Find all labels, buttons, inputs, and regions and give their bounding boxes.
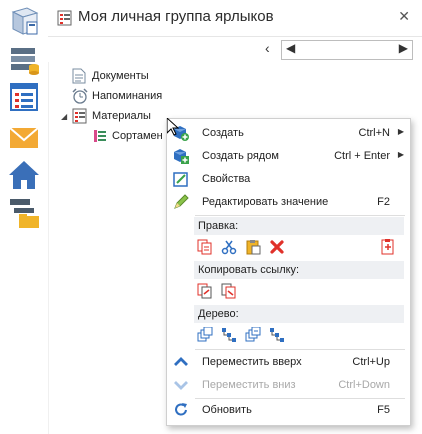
tree-group-row [194,325,404,347]
panel-title: Моя личная группа ярлыков [78,8,274,25]
paste-icon[interactable] [245,239,261,255]
tree-item-documents[interactable]: Документы [72,67,212,85]
tree-item-label: Документы [92,70,149,82]
divider [48,62,49,434]
nav-back-button[interactable]: ‹ [265,40,270,56]
paste-special-icon[interactable] [380,239,396,255]
tree-expander-icon[interactable]: ◢ [61,112,67,121]
menu-create-near[interactable]: Создать рядом Ctrl + Enter ▶ [167,145,410,168]
layers-database-icon[interactable] [7,42,41,76]
menu-create[interactable]: Создать Ctrl+N ▶ [167,122,410,145]
spinner-right-icon[interactable]: ▶ [399,41,408,55]
context-menu: Создать Ctrl+N ▶ Создать рядом Ctrl + En… [166,118,411,426]
menu-move-down: Переместить вниз Ctrl+Down [167,374,410,397]
menu-separator [195,349,405,350]
copy-link-group-row [194,281,404,303]
cut-icon[interactable] [221,239,237,255]
edit-group-row [194,237,404,259]
refresh-icon [173,402,189,418]
left-toolbar [0,0,49,434]
copy-link-alt-icon[interactable] [221,283,237,299]
menu-edit-value[interactable]: Редактировать значение F2 [167,191,410,214]
expand-all-icon[interactable] [197,326,213,343]
tree-structure-alt-icon[interactable] [269,327,285,343]
create-near-icon [173,148,189,164]
chevron-up-icon [173,354,189,370]
collapse-all-icon[interactable] [245,326,261,343]
tree-structure-icon[interactable] [221,327,237,343]
submenu-arrow-icon: ▶ [397,150,404,159]
pencil-icon [173,194,189,210]
panel-header: Моя личная группа ярлыков ✕ [48,0,422,34]
home-icon[interactable] [7,158,41,192]
spinner-left-icon[interactable]: ◀ [286,41,295,55]
materials-group-icon [72,108,88,130]
mouse-cursor-icon [166,116,180,139]
folder-tree-icon[interactable] [7,196,41,230]
mail-envelope-icon[interactable] [7,120,41,154]
tree-item-label: Напоминания [92,90,163,102]
form-list-icon[interactable] [7,80,41,114]
menu-properties[interactable]: Свойства [167,168,410,191]
submenu-arrow-icon: ▶ [397,127,404,136]
shortcut-group-icon [57,10,73,29]
tree-item-label: Сортамен [112,130,163,142]
copy-link-icon[interactable] [197,283,213,299]
menu-move-up[interactable]: Переместить вверх Ctrl+Up [167,351,410,374]
chevron-down-icon [173,377,189,393]
menu-separator [195,215,405,216]
tree-item-reminders[interactable]: Напоминания [72,87,212,105]
3d-model-icon[interactable] [7,4,41,38]
tree-group-header: Дерево: [194,305,404,323]
nav-spinner[interactable]: ◀ ▶ [281,40,413,60]
tree-item-label: Материалы [92,110,151,122]
close-icon[interactable]: ✕ [398,8,410,25]
delete-icon[interactable] [269,239,285,255]
edit-group-header: Правка: [194,217,404,235]
copy-link-group-header: Копировать ссылку: [194,261,404,279]
menu-refresh[interactable]: Обновить F5 [167,399,410,422]
copy-icon[interactable] [197,239,213,255]
properties-icon [173,171,189,187]
navigation-bar: ‹ ◀ ▶ [48,36,422,63]
assortment-icon [92,128,108,150]
